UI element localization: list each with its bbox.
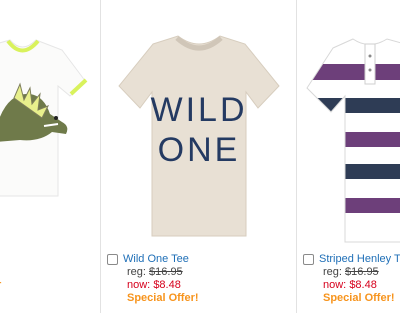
compare-checkbox[interactable] <box>303 254 314 265</box>
regular-price: reg: $16.95 <box>303 266 400 279</box>
sale-price-value: $8.48 <box>153 279 181 291</box>
regular-price-label: reg: <box>127 266 146 278</box>
sale-price: now: $8.48 <box>107 279 292 292</box>
sale-price: now: $8.48 <box>303 279 400 292</box>
regular-price-label: reg: <box>323 266 342 278</box>
regular-price-value: $16.95 <box>149 266 183 278</box>
graphic-text-one: ONE <box>158 131 241 169</box>
sale-price-label: now: <box>127 279 151 291</box>
sale-price <box>0 266 100 279</box>
wild-one-tee-illustration: WILD ONE <box>118 35 280 237</box>
dinosaur-tee-illustration <box>0 39 88 197</box>
special-offer-label[interactable]: Special Offer! <box>107 292 292 305</box>
striped-henley-tee-illustration <box>306 38 400 243</box>
product-info-striped-henley-tee: Striped Henley Tee reg: $16.95 now: $8.4… <box>303 253 400 305</box>
product-image-dinosaur-tee[interactable] <box>0 14 100 224</box>
product-card-wild-one-tee: WILD ONE Wild One Tee reg: $16.95 now: $… <box>101 0 296 313</box>
graphic-text-wild: WILD <box>151 91 248 129</box>
sale-price-label: now: <box>323 279 347 291</box>
product-info-dinosaur-tee: r <box>0 253 100 292</box>
product-name-row: Striped Henley Tee <box>303 253 400 266</box>
regular-price: reg: $16.95 <box>107 266 292 279</box>
product-grid: r WILD ONE Wild One Tee reg: $16.95 n <box>0 0 400 313</box>
product-name-link[interactable]: Striped Henley Tee <box>319 253 400 266</box>
product-image-wild-one-tee[interactable]: WILD ONE <box>101 14 296 244</box>
regular-price-value: $16.95 <box>345 266 379 278</box>
compare-checkbox[interactable] <box>107 254 118 265</box>
product-card-striped-henley-tee: Striped Henley Tee reg: $16.95 now: $8.4… <box>297 0 400 313</box>
product-image-striped-henley-tee[interactable] <box>297 14 400 244</box>
product-info-wild-one-tee: Wild One Tee reg: $16.95 now: $8.48 Spec… <box>107 253 292 305</box>
special-offer-label[interactable]: Special Offer! <box>303 292 400 305</box>
product-name-link[interactable]: Wild One Tee <box>123 253 189 266</box>
product-name-row: Wild One Tee <box>107 253 292 266</box>
sale-price-value: $8.48 <box>349 279 377 291</box>
product-card-dinosaur-tee: r <box>0 0 100 313</box>
regular-price <box>0 253 100 266</box>
special-offer-label: r <box>0 279 100 292</box>
